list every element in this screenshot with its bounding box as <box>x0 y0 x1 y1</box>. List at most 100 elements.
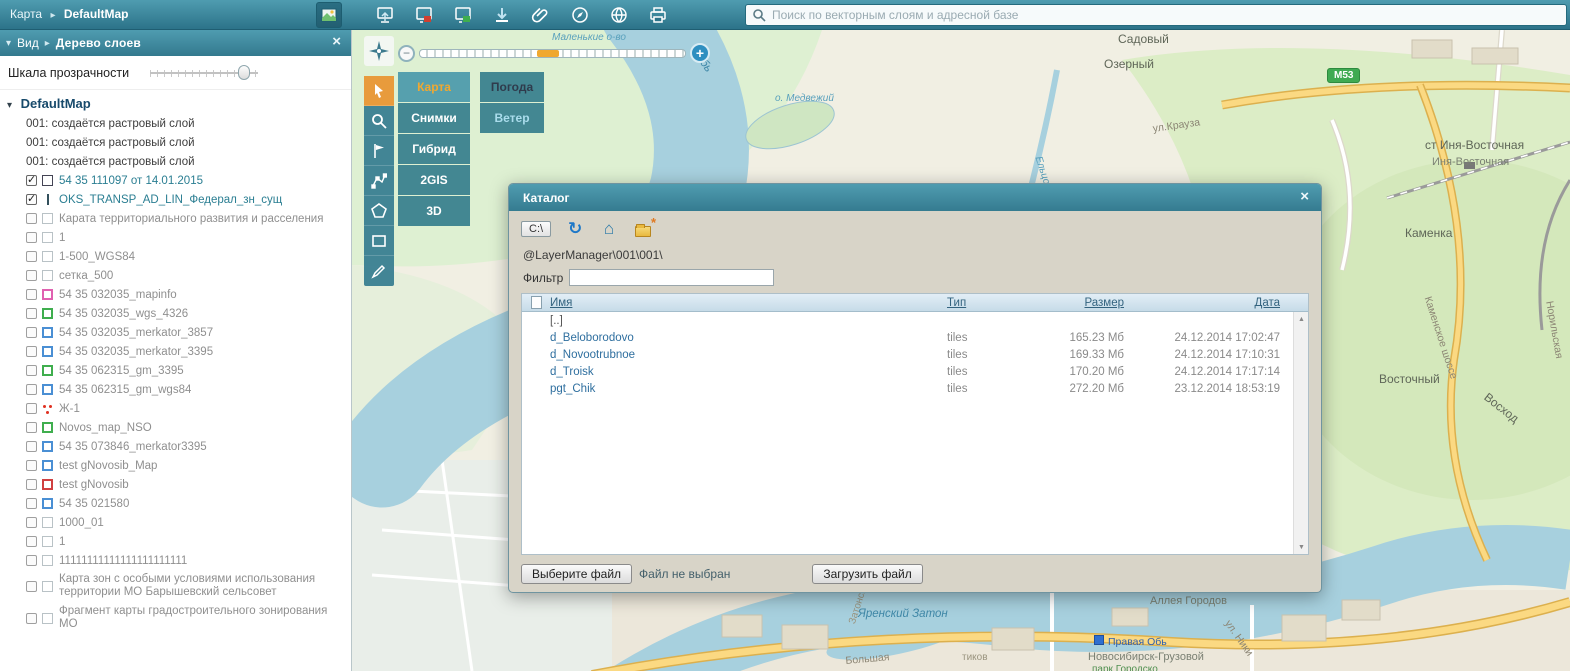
tree-root-caret-icon[interactable]: ▾ <box>7 100 12 111</box>
layer-tree-item[interactable]: сетка_500 <box>0 266 351 285</box>
draw-tool-button[interactable] <box>364 256 394 286</box>
layer-tree-item[interactable]: OKS_TRANSP_AD_LIN_Федерал_зн_сущ <box>0 190 351 209</box>
layer-checkbox[interactable] <box>26 327 37 338</box>
upload-layer-button[interactable] <box>372 2 398 28</box>
layer-tree-item[interactable]: Фрагмент карты градостроительного зониро… <box>0 602 351 634</box>
layer-tree-item[interactable]: 54 35 111097 от 14.01.2015 <box>0 171 351 190</box>
dialog-header[interactable]: Каталог × <box>509 184 1321 211</box>
upload-button[interactable]: Загрузить файл <box>812 564 922 584</box>
scroll-down-icon[interactable]: ▼ <box>1294 540 1308 554</box>
layer-checkbox[interactable] <box>26 613 37 624</box>
measure-tool-button[interactable] <box>364 166 394 196</box>
layer-checkbox[interactable] <box>26 460 37 471</box>
layer-checkbox[interactable] <box>26 232 37 243</box>
layer-tree-item[interactable]: Карата территориального развития и рассе… <box>0 209 351 228</box>
dialog-close-button[interactable]: × <box>1300 188 1309 205</box>
column-type[interactable]: Тип <box>947 297 1035 309</box>
rectangle-select-tool-button[interactable] <box>364 226 394 256</box>
file-row[interactable]: pgt_Chik tiles 272.20 Мб 23.12.2014 18:5… <box>522 380 1308 397</box>
panel-collapse-icon[interactable]: ▾ <box>6 38 11 49</box>
layer-tree-item[interactable]: 1000_01 <box>0 513 351 532</box>
file-row[interactable]: d_Novootrubnoe tiles 169.33 Мб 24.12.201… <box>522 346 1308 363</box>
layer-checkbox[interactable] <box>26 441 37 452</box>
filter-input[interactable] <box>569 269 774 286</box>
panel-close-button[interactable]: × <box>332 33 341 50</box>
layer-checkbox[interactable] <box>26 251 37 262</box>
search-input[interactable] <box>772 8 1560 22</box>
layer-checkbox[interactable] <box>26 346 37 357</box>
layer-tree-item[interactable]: 1 <box>0 532 351 551</box>
download-button[interactable] <box>489 2 515 28</box>
layer-checkbox[interactable] <box>26 194 37 205</box>
parent-folder-row[interactable]: [..] <box>522 312 1308 329</box>
refresh-icon[interactable]: ↻ <box>565 219 585 239</box>
layer-checkbox[interactable] <box>26 517 37 528</box>
print-button[interactable] <box>645 2 671 28</box>
overlay-button[interactable]: Ветер <box>480 103 544 133</box>
layer-checkbox[interactable] <box>26 403 37 414</box>
layer-tree-item[interactable]: Ж-1 <box>0 399 351 418</box>
layer-tree-item[interactable]: 54 35 032035_wgs_4326 <box>0 304 351 323</box>
layer-checkbox[interactable] <box>26 289 37 300</box>
identify-tool-button[interactable] <box>364 76 394 106</box>
layer-tree-item[interactable]: 001: создаётся растровый слой <box>0 114 351 133</box>
home-icon[interactable]: ⌂ <box>599 219 619 239</box>
basemap-button[interactable]: Гибрид <box>398 134 470 164</box>
layer-tree-item[interactable]: 001: создаётся растровый слой <box>0 152 351 171</box>
layer-checkbox[interactable] <box>26 555 37 566</box>
basemap-picker-button[interactable] <box>316 2 342 28</box>
layer-tree-item[interactable]: 1-500_WGS84 <box>0 247 351 266</box>
layer-checkbox[interactable] <box>26 581 37 592</box>
web-map-button[interactable] <box>606 2 632 28</box>
layer-checkbox[interactable] <box>26 536 37 547</box>
layer-tree-item[interactable]: Novos_map_NSO <box>0 418 351 437</box>
breadcrumb-root[interactable]: Карта <box>10 7 42 21</box>
zoom-slider-handle[interactable] <box>537 50 559 57</box>
layer-checkbox[interactable] <box>26 175 37 186</box>
layer-tree-item[interactable]: 001: создаётся растровый слой <box>0 133 351 152</box>
column-size[interactable]: Размер <box>1035 297 1140 309</box>
placemark-tool-button[interactable] <box>364 136 394 166</box>
layer-tree-item[interactable]: test gNovosib_Map <box>0 456 351 475</box>
zoom-in-button[interactable] <box>690 43 710 63</box>
layer-tree-item[interactable]: 54 35 032035_merkator_3857 <box>0 323 351 342</box>
new-folder-icon[interactable]: * <box>633 219 653 239</box>
scroll-up-icon[interactable]: ▲ <box>1294 312 1308 326</box>
compass-rose-button[interactable] <box>364 36 394 66</box>
layer-checkbox[interactable] <box>26 498 37 509</box>
drive-button[interactable]: C:\ <box>521 221 551 237</box>
table-scrollbar[interactable]: ▲ ▼ <box>1293 312 1308 554</box>
tree-root-node[interactable]: ▾ DefaultMap <box>0 92 351 114</box>
layer-tree-item[interactable]: 54 35 021580 <box>0 494 351 513</box>
column-date[interactable]: Дата <box>1140 297 1308 309</box>
transparency-slider-knob[interactable] <box>238 65 250 80</box>
basemap-button[interactable]: Снимки <box>398 103 470 133</box>
file-row[interactable]: d_Beloborodovo tiles 165.23 Мб 24.12.201… <box>522 329 1308 346</box>
layer-checkbox[interactable] <box>26 270 37 281</box>
layer-checkbox[interactable] <box>26 365 37 376</box>
basemap-button[interactable]: 3D <box>398 196 470 226</box>
export-pdf-button[interactable] <box>411 2 437 28</box>
column-name[interactable]: Имя <box>550 297 947 309</box>
layer-tree-item[interactable]: 54 35 062315_gm_3395 <box>0 361 351 380</box>
layer-checkbox[interactable] <box>26 213 37 224</box>
layer-checkbox[interactable] <box>26 422 37 433</box>
basemap-button[interactable]: Карта <box>398 72 470 102</box>
attach-button[interactable] <box>528 2 554 28</box>
zoom-out-button[interactable] <box>398 45 415 62</box>
file-row[interactable]: d_Troisk tiles 170.20 Мб 24.12.2014 17:1… <box>522 363 1308 380</box>
export-image-button[interactable] <box>450 2 476 28</box>
compass-button[interactable] <box>567 2 593 28</box>
basemap-button[interactable]: 2GIS <box>398 165 470 195</box>
layer-tree-item[interactable]: 54 35 032035_merkator_3395 <box>0 342 351 361</box>
layer-tree-item[interactable]: 54 35 032035_mapinfo <box>0 285 351 304</box>
layer-tree-item[interactable]: Карта зон с особыми условиями использова… <box>0 570 351 602</box>
choose-file-button[interactable]: Выберите файл <box>521 564 632 584</box>
layer-tree-item[interactable]: 11111111111111111111111 <box>0 551 351 570</box>
layer-tree-item[interactable]: 54 35 062315_gm_wgs84 <box>0 380 351 399</box>
zoom-tool-button[interactable] <box>364 106 394 136</box>
layer-checkbox[interactable] <box>26 308 37 319</box>
layer-tree-item[interactable]: 1 <box>0 228 351 247</box>
layer-tree-item[interactable]: 54 35 073846_merkator3395 <box>0 437 351 456</box>
view-menu[interactable]: Вид <box>17 36 39 50</box>
